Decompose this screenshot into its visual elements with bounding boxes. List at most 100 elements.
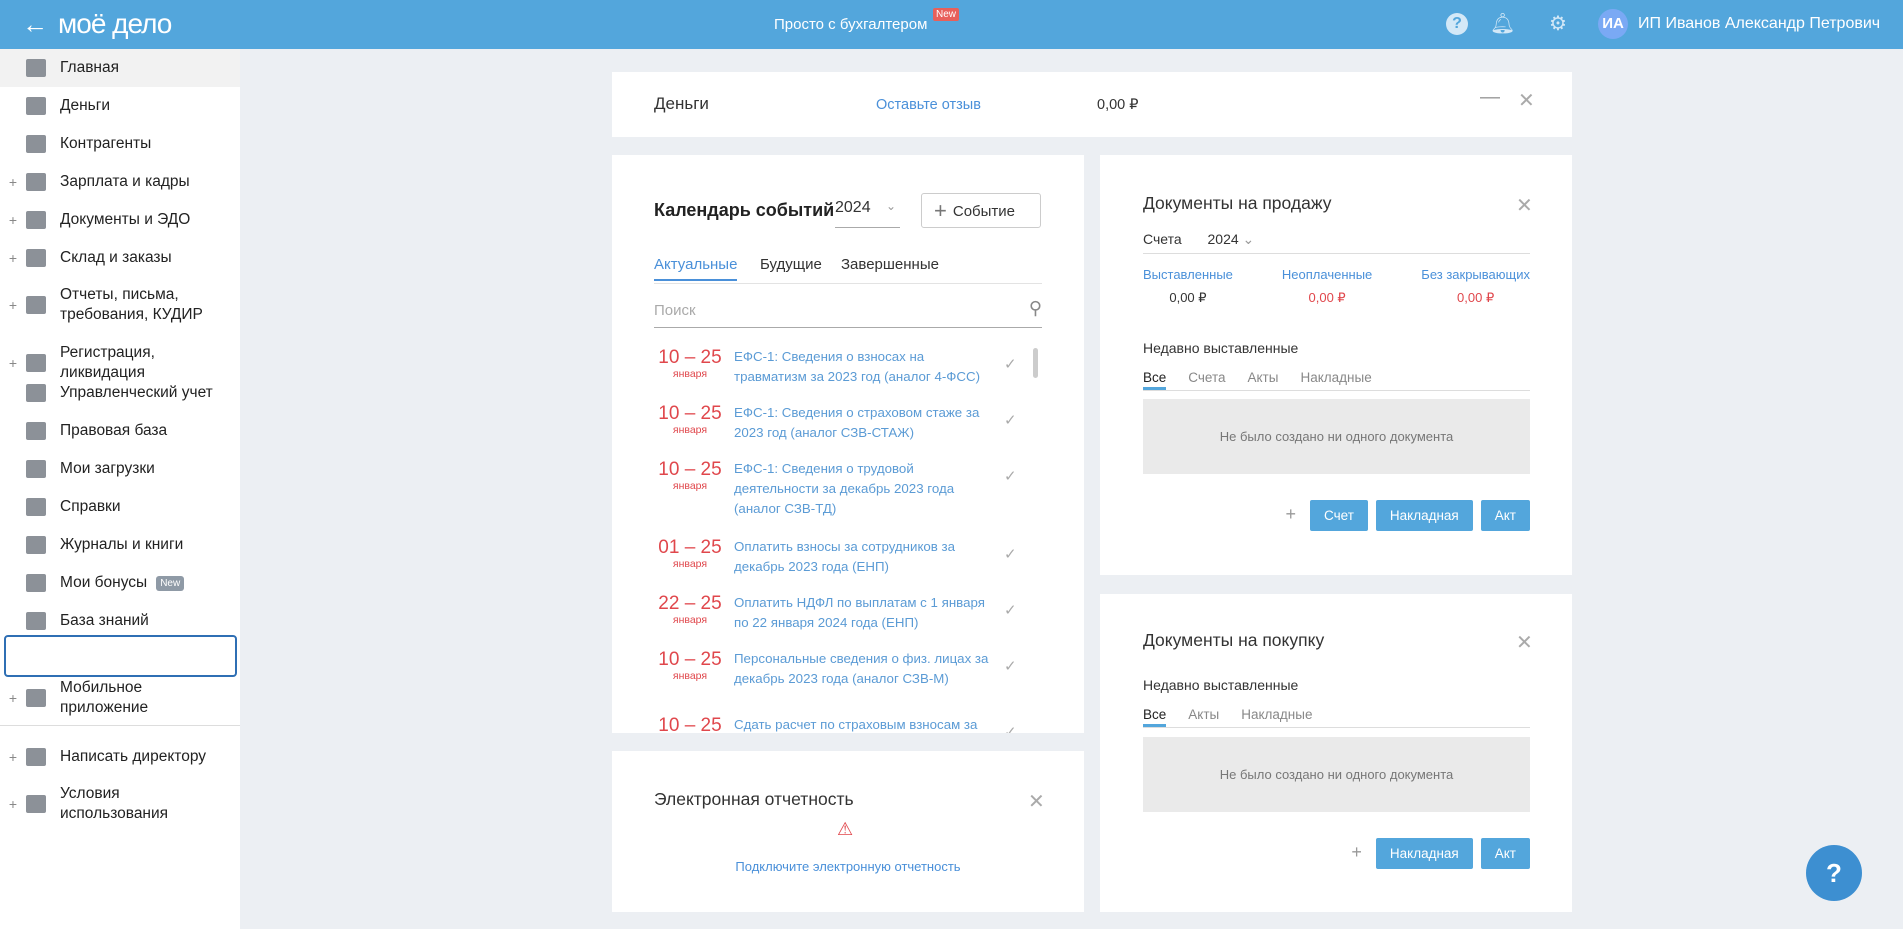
check-icon[interactable]: ✓ [1004,723,1017,733]
tab[interactable]: Счета [1188,370,1225,390]
check-icon[interactable]: ✓ [1004,545,1017,563]
stat-label[interactable]: Выставленные [1143,267,1233,282]
check-icon[interactable]: ✓ [1004,657,1017,675]
event-item[interactable]: 10 – 25 января ЕФС-1: Сведения о страховом… [654,403,1054,463]
event-title[interactable]: Оплатить НДФЛ по выплатам с 1 января по … [734,593,994,633]
event-title[interactable]: ЕФС-1: Сведения о трудовой деятельности … [734,459,994,519]
event-month: января [672,670,708,682]
stat[interactable]: Без закрывающих 0,00 ₽ [1421,267,1530,306]
event-item[interactable]: 10 – 25январяСдать расчет по страховым в… [654,715,1054,733]
help-icon[interactable]: ? [1446,13,1468,35]
sidebar-item[interactable]: Правовая база [0,412,240,450]
check-icon[interactable]: ✓ [1004,601,1017,619]
sidebar-item[interactable]: База знаний [0,602,240,640]
create-button[interactable]: Акт [1480,838,1530,869]
sidebar-item[interactable]: Контрагенты [0,125,240,163]
empty-state: Не было создано ни одного документа [1143,737,1530,812]
scrollbar[interactable] [1033,348,1038,378]
sidebar-item-label: База знаний [60,612,149,629]
expand-icon[interactable]: + [0,355,26,371]
tab[interactable]: Накладные [1241,707,1312,727]
event-title[interactable]: ЕФС-1: Сведения о взносах на травматизм … [734,347,994,387]
recent-label: Недавно выставленные [1143,340,1299,356]
event-title[interactable]: ЕФС-1: Сведения о страховом стаже за 202… [734,403,994,443]
event-item[interactable]: 22 – 25 января Оплатить НДФЛ по выплатам с… [654,593,1054,653]
connect-ereport-link[interactable]: Подключите электронную отчетность [612,859,1084,874]
check-icon[interactable]: ✓ [1004,355,1017,373]
tab-completed[interactable]: Завершенные [841,256,939,273]
feedback-link[interactable]: Оставьте отзыв [876,97,981,113]
add-event-button[interactable]: + Событие [921,193,1041,228]
sidebar-item[interactable]: + Документы и ЭДО [0,201,240,239]
expand-icon[interactable]: + [0,174,26,190]
close-icon[interactable]: ✕ [1518,88,1535,113]
sidebar-item[interactable]: + Склад и заказы [0,239,240,277]
search-input[interactable]: Поиск ⚲ [654,298,1042,328]
bell-icon[interactable]: 🔔︎ [1490,13,1515,35]
user-name[interactable]: ИП Иванов Александр Петрович [1638,15,1880,33]
stat[interactable]: Выставленные 0,00 ₽ [1143,267,1233,306]
expand-icon[interactable]: + [0,796,26,812]
year-select[interactable]: 2024 ⌄ [1208,231,1255,247]
tab[interactable]: Накладные [1300,370,1371,390]
check-icon[interactable]: ✓ [1004,467,1017,485]
sidebar-item[interactable]: + Мобильное приложение [0,670,240,726]
sidebar-item[interactable]: Журналы и книги [0,526,240,564]
create-button[interactable]: Накладная [1375,500,1473,531]
logo[interactable]: моё дело [58,8,172,40]
sidebar-item[interactable]: + Зарплата и кадры [0,163,240,201]
tab[interactable]: Все [1143,707,1167,727]
create-button[interactable]: Накладная [1375,838,1473,869]
promo-link[interactable]: Просто с бухгалтером [774,16,927,33]
year-select[interactable]: 2024 ⌄ [835,199,900,228]
sidebar-item[interactable]: Мои загрузки [0,450,240,488]
check-icon[interactable]: ✓ [1004,411,1017,429]
expand-icon[interactable]: + [0,749,26,765]
create-button[interactable]: Акт [1480,500,1530,531]
sidebar-item[interactable]: Справки [0,488,240,526]
plus-icon: + [1351,842,1362,862]
calendar-widget: Календарь событий 2024 ⌄ + Событие Актуаль… [612,155,1084,733]
sidebar-item[interactable]: + Написать директору [0,738,240,776]
tab-future[interactable]: Будущие [760,256,822,273]
arrow-left-icon[interactable]: ← [22,9,48,40]
expand-icon[interactable]: + [0,212,26,228]
close-icon[interactable]: ✕ [1516,630,1533,655]
sidebar-item[interactable]: Деньги [0,87,240,125]
event-item[interactable]: 10 – 25 января ЕФС-1: Сведения о взносах н… [654,347,1054,407]
sales-title: Документы на продажу [1143,193,1332,213]
sidebar-item[interactable]: Главная [0,49,240,87]
expand-icon[interactable]: + [0,250,26,266]
sidebar-item[interactable]: Управленческий учет [0,374,240,412]
sidebar-item[interactable]: + Отчеты, письма, требования, КУДИР [0,277,240,333]
event-title[interactable]: Оплатить взносы за сотрудников за декабр… [734,537,994,577]
tab[interactable]: Акты [1188,707,1219,727]
expand-icon[interactable]: + [0,690,26,706]
tab[interactable]: Все [1143,370,1167,390]
sidebar-item-label: Написать директору [60,748,207,765]
tab[interactable]: Акты [1248,370,1279,390]
sidebar-item-label: Мои бонусы [60,574,148,591]
sidebar-item-label: Главная [60,59,119,76]
event-title[interactable]: Сдать расчет по страховым взносам за [734,715,994,733]
gear-icon[interactable]: ⚙ [1547,13,1569,35]
stat-label[interactable]: Неоплаченные [1282,267,1372,282]
folder-icon [26,460,46,478]
help-chat-button[interactable]: ? [1806,845,1862,901]
minimize-icon[interactable]: — [1480,86,1500,109]
close-icon[interactable]: ✕ [1028,789,1045,814]
event-item[interactable]: 01 – 25 января Оплатить взносы за сотрудни… [654,537,1054,597]
avatar[interactable]: ИА [1598,9,1628,39]
event-item[interactable]: 10 – 25 января ЕФС-1: Сведения о трудовой … [654,459,1054,519]
sidebar-item[interactable]: Мои бонусы New [0,564,240,602]
event-title[interactable]: Персональные сведения о физ. лицах за де… [734,649,994,689]
stat[interactable]: Неоплаченные 0,00 ₽ [1282,267,1372,306]
create-button[interactable]: Счет [1310,500,1368,531]
event-item[interactable]: 10 – 25 января Персональные сведения о физ… [654,649,1054,709]
tab-current[interactable]: Актуальные [654,256,738,281]
close-icon[interactable]: ✕ [1516,193,1533,218]
search-icon[interactable]: ⚲ [1029,298,1042,319]
stat-label[interactable]: Без закрывающих [1421,267,1530,282]
sidebar-item[interactable]: + Условия использования [0,776,240,832]
expand-icon[interactable]: + [0,297,26,313]
